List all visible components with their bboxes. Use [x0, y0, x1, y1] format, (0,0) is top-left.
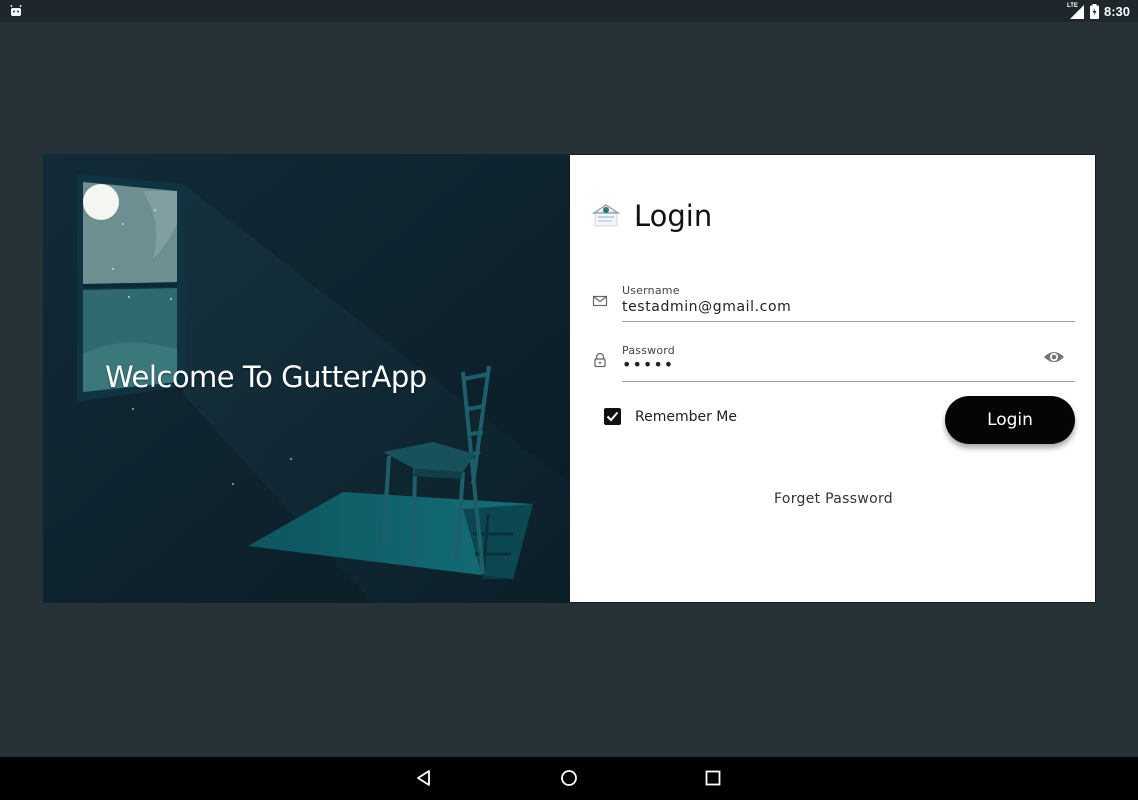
username-label: Username: [622, 284, 680, 297]
check-icon: [606, 411, 619, 422]
hero-panel: Welcome To GutterApp: [43, 154, 569, 603]
login-button[interactable]: Login: [945, 396, 1075, 444]
username-input[interactable]: testadmin@gmail.com: [622, 299, 791, 315]
remember-me-label: Remember Me: [635, 408, 737, 425]
navigation-bar: [0, 757, 1138, 800]
signal-icon: LTE: [1067, 0, 1085, 22]
lock-icon: [594, 352, 606, 368]
mail-icon: [592, 295, 608, 307]
login-title: Login: [634, 199, 713, 233]
eye-icon[interactable]: [1043, 349, 1065, 365]
app-logo-icon: [592, 204, 620, 227]
clock: 8:30: [1103, 3, 1130, 19]
home-icon[interactable]: [559, 768, 579, 788]
username-underline: [622, 321, 1075, 322]
login-panel: Login Username testadmin@gmail.com Passw…: [569, 154, 1096, 603]
battery-icon: [1089, 3, 1099, 19]
password-input[interactable]: •••••: [622, 355, 674, 374]
remember-me-checkbox[interactable]: [604, 408, 621, 425]
recents-icon[interactable]: [703, 768, 723, 788]
forget-password-link[interactable]: Forget Password: [570, 491, 1097, 507]
remember-me-toggle[interactable]: Remember Me: [604, 408, 737, 425]
username-field[interactable]: Username testadmin@gmail.com: [592, 283, 1075, 323]
password-underline: [622, 381, 1075, 382]
welcome-heading: Welcome To GutterApp: [105, 360, 427, 394]
status-bar: LTE 8:30: [0, 0, 1138, 22]
back-icon[interactable]: [414, 768, 434, 788]
password-field[interactable]: Password •••••: [592, 343, 1075, 383]
login-card: Welcome To GutterApp Login Username test…: [43, 154, 1096, 603]
android-icon: [10, 4, 22, 16]
